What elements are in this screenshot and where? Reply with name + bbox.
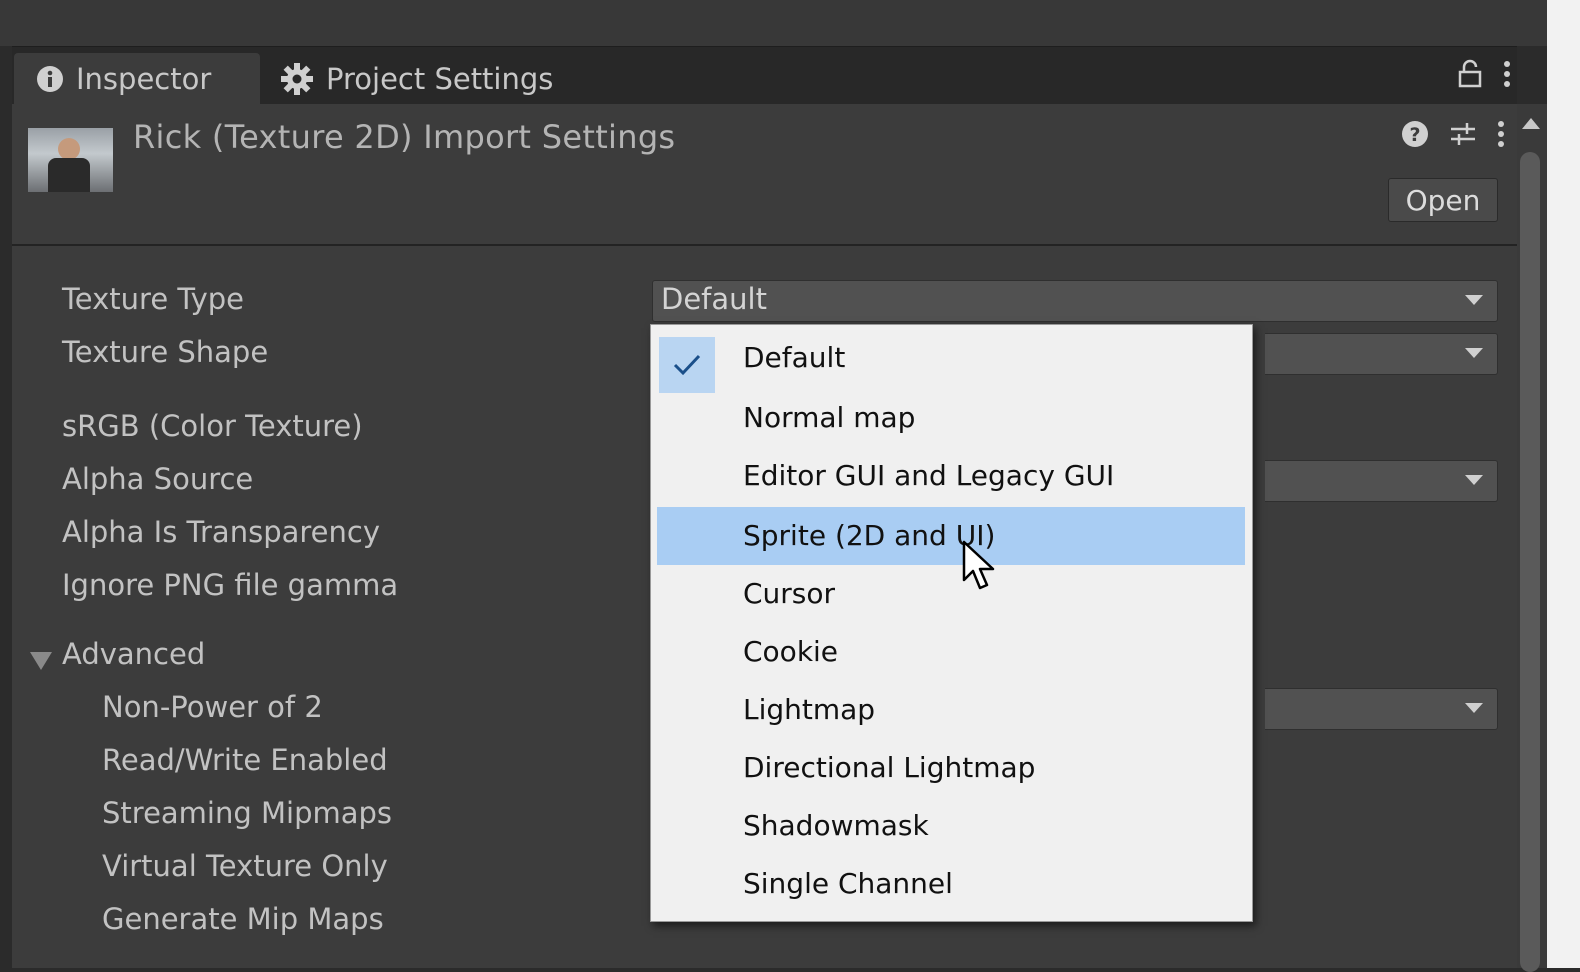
srgb-label: sRGB (Color Texture) bbox=[62, 409, 363, 443]
tab-strip: Inspector Project Settings bbox=[12, 46, 1517, 105]
menu-item-cursor[interactable]: Cursor bbox=[657, 565, 1245, 623]
menu-item-label: Editor GUI and Legacy GUI bbox=[743, 459, 1115, 492]
menu-item-label: Single Channel bbox=[743, 867, 953, 900]
menu-item-label: Shadowmask bbox=[743, 809, 929, 842]
texture-thumbnail bbox=[28, 128, 113, 192]
menu-item-editor-gui[interactable]: Editor GUI and Legacy GUI bbox=[657, 447, 1245, 505]
menu-item-label: Cursor bbox=[743, 577, 836, 610]
chevron-down-icon bbox=[1465, 475, 1483, 485]
svg-text:?: ? bbox=[1409, 124, 1420, 146]
chevron-down-icon bbox=[1465, 703, 1483, 713]
left-edge bbox=[0, 46, 12, 968]
tab-inspector-label: Inspector bbox=[76, 62, 212, 96]
menu-item-directional-lightmap[interactable]: Directional Lightmap bbox=[657, 739, 1245, 797]
texture-type-value: Default bbox=[661, 282, 767, 316]
tab-inspector[interactable]: Inspector bbox=[14, 53, 260, 105]
menu-item-label: Lightmap bbox=[743, 693, 876, 726]
menu-item-cookie[interactable]: Cookie bbox=[657, 623, 1245, 681]
texture-type-dropdown[interactable]: Default bbox=[652, 280, 1498, 322]
texture-type-menu: Default Normal map Editor GUI and Legacy… bbox=[650, 324, 1253, 922]
menu-item-label: Directional Lightmap bbox=[743, 751, 1036, 784]
gear-icon bbox=[280, 62, 314, 96]
ignore-png-gamma-label: Ignore PNG file gamma bbox=[62, 568, 399, 602]
page-title: Rick (Texture 2D) Import Settings bbox=[133, 118, 676, 156]
info-icon bbox=[36, 65, 64, 93]
chevron-down-icon bbox=[1465, 348, 1483, 358]
header-icons: ? bbox=[1401, 120, 1505, 152]
editor-top-bar bbox=[0, 0, 1580, 46]
alpha-source-label: Alpha Source bbox=[62, 462, 254, 496]
advanced-foldout-label[interactable]: Advanced bbox=[62, 637, 205, 671]
tab-project-settings[interactable]: Project Settings bbox=[270, 53, 590, 105]
virtual-texture-only-label: Virtual Texture Only bbox=[102, 849, 388, 883]
streaming-mipmaps-label: Streaming Mipmaps bbox=[102, 796, 393, 830]
kebab-menu-icon[interactable] bbox=[1503, 60, 1511, 92]
tab-strip-icons bbox=[1457, 59, 1517, 93]
kebab-menu-icon[interactable] bbox=[1497, 120, 1505, 152]
alpha-source-dropdown[interactable] bbox=[1265, 460, 1498, 502]
read-write-label: Read/Write Enabled bbox=[102, 743, 388, 777]
non-power-of-2-label: Non-Power of 2 bbox=[102, 690, 323, 724]
alpha-is-transparency-label: Alpha Is Transparency bbox=[62, 515, 380, 549]
menu-item-shadowmask[interactable]: Shadowmask bbox=[657, 797, 1245, 855]
right-edge bbox=[1547, 0, 1580, 968]
texture-shape-dropdown[interactable] bbox=[1265, 333, 1498, 375]
menu-item-lightmap[interactable]: Lightmap bbox=[657, 681, 1245, 739]
menu-item-default[interactable]: Default bbox=[657, 329, 1245, 393]
scrollbar[interactable] bbox=[1517, 104, 1547, 972]
menu-item-normal-map[interactable]: Normal map bbox=[657, 389, 1245, 447]
foldout-triangle-icon[interactable] bbox=[30, 652, 52, 670]
menu-item-single-channel[interactable]: Single Channel bbox=[657, 855, 1245, 913]
open-button[interactable]: Open bbox=[1388, 178, 1498, 222]
mouse-pointer-icon bbox=[962, 540, 998, 596]
tab-project-settings-label: Project Settings bbox=[326, 62, 554, 96]
help-icon[interactable]: ? bbox=[1401, 120, 1429, 152]
chevron-down-icon bbox=[1465, 295, 1483, 305]
texture-type-label: Texture Type bbox=[62, 282, 244, 316]
menu-item-label: Sprite (2D and UI) bbox=[743, 519, 996, 552]
generate-mip-maps-label: Generate Mip Maps bbox=[102, 902, 384, 936]
menu-item-sprite[interactable]: Sprite (2D and UI) bbox=[657, 507, 1245, 565]
scrollbar-thumb[interactable] bbox=[1520, 152, 1540, 972]
preset-icon[interactable] bbox=[1449, 120, 1477, 152]
non-power-of-2-dropdown[interactable] bbox=[1265, 688, 1498, 730]
menu-item-label: Normal map bbox=[743, 401, 916, 434]
lock-icon[interactable] bbox=[1457, 59, 1483, 93]
checkmark-icon bbox=[659, 337, 715, 393]
inspector-header: Rick (Texture 2D) Import Settings ? Open bbox=[12, 104, 1517, 246]
menu-item-label: Cookie bbox=[743, 635, 839, 668]
scroll-up-icon[interactable] bbox=[1522, 118, 1540, 129]
texture-shape-label: Texture Shape bbox=[62, 335, 269, 369]
menu-item-label: Default bbox=[743, 341, 846, 374]
